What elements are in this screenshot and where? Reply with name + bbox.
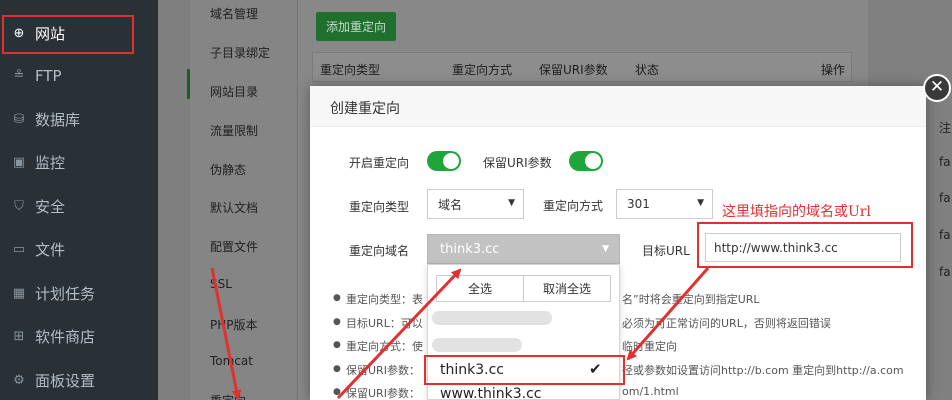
redirect-table-header: 重定向类型 重定向方式 保留URI参数 状态 操作	[312, 52, 852, 82]
dialog-title: 创建重定向	[330, 101, 400, 117]
note-bullet: ●	[333, 340, 341, 350]
subnav-item-redirect[interactable]: 重定向	[210, 392, 246, 400]
deselect-all-button[interactable]: 取消全选	[523, 275, 611, 302]
note-text: 必须为可正常访问的URL，否则将返回错误	[622, 317, 831, 330]
blurred-domain-option[interactable]	[432, 338, 522, 352]
calendar-icon: ▦	[12, 286, 26, 301]
gear-icon: ⚙	[13, 373, 25, 388]
sidebar-item-ftp[interactable]: ≗ FTP	[0, 54, 158, 97]
redirect-type-select[interactable]: 域名 ▼	[427, 189, 524, 219]
enable-redirect-toggle[interactable]	[427, 151, 461, 171]
sidebar-item-files[interactable]: ▭ 文件	[0, 228, 158, 271]
add-redirect-button[interactable]: 添加重定向	[316, 12, 396, 41]
redirect-method-value: 301	[627, 197, 650, 211]
subnav-item-default-doc[interactable]: 默认文档	[210, 199, 258, 216]
note-bullet: ●	[333, 317, 341, 327]
ftp-user-icon: ≗	[13, 68, 25, 83]
database-icon: ⛁	[13, 112, 25, 127]
note-bullet: ●	[333, 364, 341, 374]
shield-icon: ⛉	[14, 199, 24, 214]
sidebar-item-label: 计划任务	[35, 285, 96, 303]
note-text: 名”时将会重定向到指定URL	[622, 293, 760, 306]
note-text: 保留URI参数：	[346, 364, 420, 377]
note-text: 目标URL：可以	[346, 317, 423, 330]
column-header: 保留URI参数	[539, 63, 608, 77]
column-header: 重定向类型	[320, 63, 381, 77]
subnav-item-tomcat[interactable]: Tomcat	[210, 354, 253, 368]
note-text: 保留URI参数：	[346, 387, 420, 400]
note-text: 重定向类型：表	[346, 293, 423, 306]
note-text: 径或参数如设置访问http://b.com 重定向到http://a.com	[622, 364, 904, 377]
sidebar-item-label: FTP	[35, 66, 62, 85]
column-header: 状态	[635, 63, 660, 77]
blurred-domain-option[interactable]	[432, 311, 552, 325]
subnav-item-php[interactable]: PHP版本	[210, 316, 258, 333]
sidebar-item-store[interactable]: ⊞ 软件商店	[0, 315, 158, 358]
redirect-domain-label: 重定向域名	[349, 244, 410, 258]
grid-icon: ⊞	[13, 329, 25, 344]
sidebar-item-cron[interactable]: ▦ 计划任务	[0, 272, 158, 315]
background-text: fa	[939, 191, 951, 205]
main-sidebar: ⊕ 网站 ≗ FTP ⛁ 数据库 ▣ 监控 ⛉ 安全 ▭ 文件 ▦ 计划任务 ⊞	[0, 0, 158, 400]
background-text: 注	[939, 121, 952, 135]
keep-uri-toggle[interactable]	[569, 151, 603, 171]
background-text: fa	[939, 155, 951, 169]
sidebar-item-database[interactable]: ⛁ 数据库	[0, 98, 158, 141]
sidebar-item-label: 安全	[35, 198, 66, 216]
note-bullet: ●	[333, 293, 341, 303]
redirect-type-label: 重定向类型	[349, 200, 410, 214]
highlight-box-domain-option	[424, 355, 625, 385]
note-text: 重定向方式：使	[346, 340, 423, 353]
folder-icon: ▭	[12, 242, 26, 257]
redirect-domain-select[interactable]: think3.cc ▼	[427, 234, 620, 264]
sidebar-item-label: 监控	[35, 154, 66, 172]
domain-option[interactable]: www.think3.cc	[440, 386, 542, 400]
redirect-method-select[interactable]: 301 ▼	[616, 189, 713, 219]
toggle-knob	[585, 153, 601, 169]
toggle-knob	[443, 153, 459, 169]
dialog-header: 创建重定向	[310, 86, 926, 127]
subnav-item-subdir[interactable]: 子目录绑定	[210, 44, 270, 61]
screen: ⊕ 网站 ≗ FTP ⛁ 数据库 ▣ 监控 ⛉ 安全 ▭ 文件 ▦ 计划任务 ⊞	[0, 0, 952, 400]
subnav-active-marker	[187, 69, 190, 99]
annotation-text: 这里填指向的域名或Url	[722, 204, 871, 220]
sidebar-item-label: 软件商店	[35, 328, 96, 346]
caret-down-icon: ▼	[508, 198, 515, 208]
redirect-type-value: 域名	[438, 197, 463, 212]
note-bullet: ●	[333, 387, 341, 397]
sidebar-item-security[interactable]: ⛉ 安全	[0, 185, 158, 228]
sidebar-item-label: 数据库	[35, 111, 81, 129]
select-all-button[interactable]: 全选	[436, 275, 524, 302]
sidebar-item-monitor[interactable]: ▣ 监控	[0, 141, 158, 184]
note-text: 临时重定向	[622, 340, 677, 353]
keep-uri-label: 保留URI参数	[483, 156, 552, 170]
highlight-box-target-url	[697, 222, 913, 268]
subnav-item-site-dir[interactable]: 网站目录	[210, 83, 258, 100]
caret-down-icon: ▼	[697, 198, 704, 208]
monitor-icon: ▣	[12, 155, 26, 170]
subnav-item-ssl[interactable]: SSL	[210, 277, 232, 291]
enable-redirect-label: 开启重定向	[349, 156, 410, 170]
redirect-domain-value: think3.cc	[440, 241, 500, 257]
subnav-item-config[interactable]: 配置文件	[210, 238, 258, 255]
highlight-box-website	[2, 15, 134, 54]
close-icon[interactable]: ✕	[923, 74, 951, 102]
subnav-item-rewrite[interactable]: 伪静态	[210, 161, 246, 178]
column-header: 操作	[821, 63, 846, 77]
sidebar-item-label: 面板设置	[35, 372, 96, 390]
note-text: om/1.html	[622, 385, 679, 398]
subnav-item-traffic[interactable]: 流量限制	[210, 122, 258, 139]
background-text: fa	[939, 228, 951, 242]
subnav-item-domains[interactable]: 域名管理	[210, 5, 258, 22]
column-header: 重定向方式	[452, 63, 513, 77]
site-settings-subnav: 域名管理 子目录绑定 网站目录 流量限制 伪静态 默认文档 配置文件 SSL P…	[190, 0, 298, 400]
background-text: fa	[939, 265, 951, 279]
sidebar-item-settings[interactable]: ⚙ 面板设置	[0, 359, 158, 400]
target-url-label: 目标URL	[642, 244, 690, 258]
redirect-method-label: 重定向方式	[543, 199, 604, 213]
sidebar-item-label: 文件	[35, 241, 66, 259]
caret-down-icon: ▼	[602, 244, 609, 254]
